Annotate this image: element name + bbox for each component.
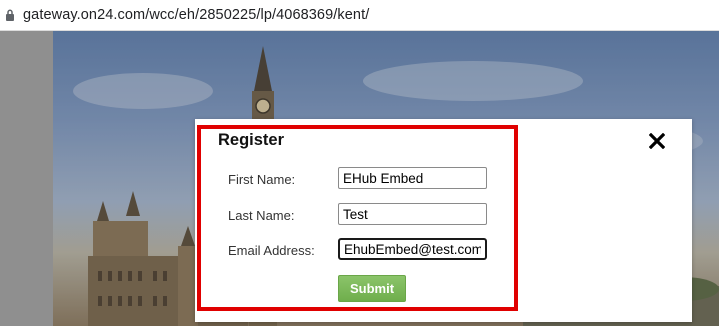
modal-title: Register	[218, 131, 285, 149]
close-icon[interactable]	[646, 130, 668, 152]
submit-button[interactable]: Submit	[338, 275, 406, 302]
left-overlay-strip	[0, 31, 53, 326]
url-text[interactable]: gateway.on24.com/wcc/eh/2850225/lp/40683…	[23, 7, 369, 23]
email-address-label: Email Address:	[228, 243, 315, 258]
last-name-label: Last Name:	[228, 208, 295, 223]
first-name-label: First Name:	[228, 172, 296, 187]
email-field[interactable]	[338, 238, 487, 260]
first-name-field[interactable]	[338, 167, 487, 189]
address-bar[interactable]: gateway.on24.com/wcc/eh/2850225/lp/40683…	[0, 0, 719, 31]
lock-icon[interactable]	[1, 6, 19, 24]
last-name-field[interactable]	[338, 203, 487, 225]
